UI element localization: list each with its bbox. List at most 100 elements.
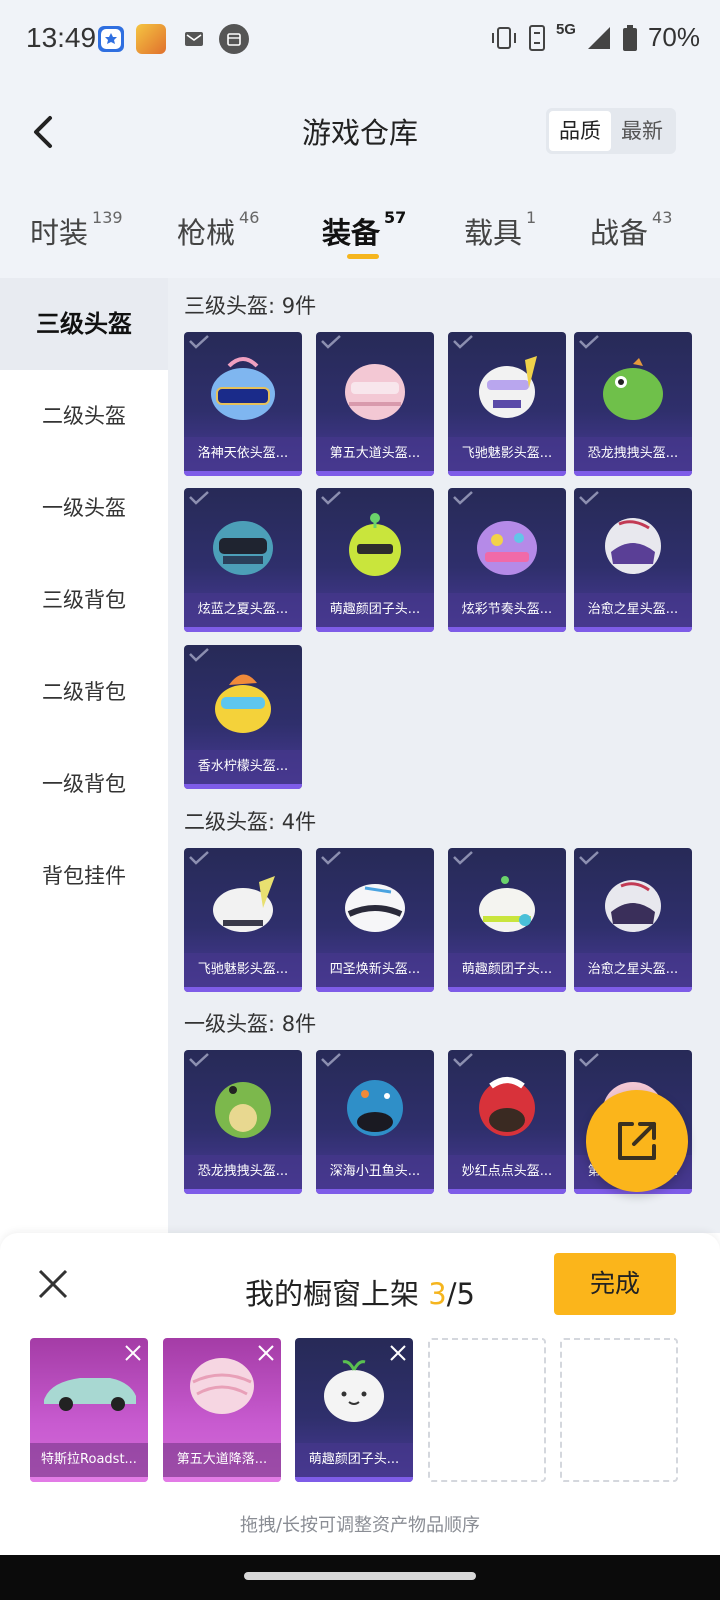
sidebar-item-level3-backpack[interactable]: 三级背包 bbox=[0, 554, 168, 646]
item-card[interactable]: 四圣焕新头盔... bbox=[316, 848, 434, 992]
helmet-icon bbox=[479, 876, 535, 932]
tab-equipment[interactable]: 装备 57 bbox=[322, 208, 407, 252]
item-name: 炫彩节奏头盔... bbox=[448, 593, 566, 627]
home-indicator[interactable] bbox=[244, 1572, 476, 1580]
share-icon bbox=[618, 1122, 656, 1160]
item-name: 四圣焕新头盔... bbox=[316, 953, 434, 987]
helmet-icon bbox=[211, 357, 275, 420]
check-icon bbox=[321, 491, 341, 505]
item-name: 妙红点点头盔... bbox=[448, 1155, 566, 1189]
helmet-icon bbox=[345, 364, 405, 420]
item-card[interactable]: 妙红点点头盔... bbox=[448, 1050, 566, 1194]
check-icon bbox=[453, 851, 473, 865]
category-tabs: 时装 139 枪械 46 装备 57 载具 1 战备 43 bbox=[0, 182, 720, 278]
section-title: 三级头盔: 9件 bbox=[184, 294, 317, 318]
shelf-item-name: 特斯拉Roadst... bbox=[30, 1443, 148, 1477]
status-right: 5G 70% bbox=[490, 21, 700, 53]
remove-icon[interactable] bbox=[122, 1342, 144, 1364]
remove-icon[interactable] bbox=[387, 1342, 409, 1364]
sidebar: 三级头盔 二级头盔 一级头盔 三级背包 二级背包 一级背包 背包挂件 bbox=[0, 278, 168, 1233]
item-card[interactable]: 萌趣颜团子头... bbox=[448, 848, 566, 992]
sort-option-newest[interactable]: 最新 bbox=[611, 111, 673, 151]
tab-label: 载具 bbox=[464, 216, 523, 250]
helmet-icon bbox=[477, 521, 537, 575]
dinosaur-helmet-icon bbox=[603, 358, 663, 420]
item-card[interactable]: 炫彩节奏头盔... bbox=[448, 488, 566, 632]
sidebar-item-backpack-charm[interactable]: 背包挂件 bbox=[0, 830, 168, 922]
battery-percent: 70% bbox=[647, 22, 700, 52]
item-card[interactable]: 治愈之星头盔... bbox=[574, 848, 692, 992]
check-icon bbox=[321, 1053, 341, 1067]
sidebar-item-level2-helmet[interactable]: 二级头盔 bbox=[0, 370, 168, 462]
item-card[interactable]: 香水柠檬头盔... bbox=[184, 645, 302, 789]
reorder-hint: 拖拽/长按可调整资产物品顺序 bbox=[239, 1515, 481, 1536]
item-name: 炫蓝之夏头盔... bbox=[184, 593, 302, 627]
item-card[interactable]: 恐龙拽拽头盔... bbox=[184, 1050, 302, 1194]
check-icon bbox=[189, 491, 209, 505]
item-name: 飞驰魅影头盔... bbox=[184, 953, 302, 987]
helmet-icon bbox=[479, 1077, 535, 1136]
panel-title-suffix: /5 bbox=[446, 1277, 475, 1311]
item-name: 治愈之星头盔... bbox=[574, 953, 692, 987]
shelf-item-name: 萌趣颜团子头... bbox=[295, 1443, 413, 1477]
calendar-notification-icon bbox=[219, 24, 249, 54]
network-label: 5G bbox=[555, 21, 576, 38]
lemon-helmet-icon bbox=[215, 674, 271, 733]
shelf-slot[interactable]: 萌趣颜团子头... bbox=[295, 1338, 413, 1482]
tab-label: 时装 bbox=[30, 216, 89, 250]
sidebar-item-level1-helmet[interactable]: 一级头盔 bbox=[0, 462, 168, 554]
helmet-icon bbox=[345, 884, 405, 932]
tab-supplies[interactable]: 战备 43 bbox=[590, 208, 672, 252]
check-icon bbox=[189, 1053, 209, 1067]
check-icon bbox=[579, 851, 599, 865]
tab-count: 57 bbox=[384, 208, 407, 227]
helmet-icon bbox=[479, 356, 537, 418]
tab-fashion[interactable]: 时装 139 bbox=[30, 208, 123, 252]
item-name: 治愈之星头盔... bbox=[574, 593, 692, 627]
item-card[interactable]: 萌趣颜团子头... bbox=[316, 488, 434, 632]
item-card[interactable]: 治愈之星头盔... bbox=[574, 488, 692, 632]
item-card[interactable]: 飞驰魅影头盔... bbox=[448, 332, 566, 476]
sidebar-item-level3-helmet[interactable]: 三级头盔 bbox=[0, 278, 168, 370]
game-notification-icon bbox=[136, 24, 166, 54]
item-card[interactable]: 炫蓝之夏头盔... bbox=[184, 488, 302, 632]
check-icon bbox=[453, 1053, 473, 1067]
empty-shelf-slot[interactable] bbox=[428, 1338, 546, 1482]
sidebar-item-level2-backpack[interactable]: 二级背包 bbox=[0, 646, 168, 738]
shelf-slot[interactable]: 第五大道降落... bbox=[163, 1338, 281, 1482]
status-time: 13:49 bbox=[26, 22, 97, 53]
check-icon bbox=[321, 335, 341, 349]
shelf-slot[interactable]: 特斯拉Roadst... bbox=[30, 1338, 148, 1482]
item-name: 香水柠檬头盔... bbox=[184, 750, 302, 784]
showcase-panel: 我的橱窗上架 3/5 完成 特斯拉Roadst... 第五大道降落... 萌趣颜… bbox=[0, 1233, 720, 1555]
helmet-icon bbox=[213, 876, 275, 932]
item-name: 飞驰魅影头盔... bbox=[448, 437, 566, 471]
tab-count: 46 bbox=[239, 208, 260, 227]
tab-vehicles[interactable]: 载具 1 bbox=[464, 208, 537, 252]
sort-option-quality[interactable]: 品质 bbox=[549, 111, 611, 151]
item-card[interactable]: 洛神天依头盔... bbox=[184, 332, 302, 476]
sidebar-item-level1-backpack[interactable]: 一级背包 bbox=[0, 738, 168, 830]
empty-shelf-slot[interactable] bbox=[560, 1338, 678, 1482]
data-icon bbox=[528, 24, 545, 51]
check-icon bbox=[579, 1053, 599, 1067]
item-name: 深海小丑鱼头... bbox=[316, 1155, 434, 1189]
check-icon bbox=[321, 851, 341, 865]
item-name: 第五大道头盔... bbox=[316, 437, 434, 471]
item-card[interactable]: 飞驰魅影头盔... bbox=[184, 848, 302, 992]
tab-guns[interactable]: 枪械 46 bbox=[177, 208, 260, 252]
helmet-icon bbox=[349, 513, 401, 576]
header: 游戏仓库 品质 最新 bbox=[0, 82, 720, 182]
check-icon bbox=[453, 335, 473, 349]
tab-label: 装备 bbox=[322, 216, 381, 250]
helmet-icon bbox=[605, 880, 661, 932]
done-button[interactable]: 完成 bbox=[554, 1253, 676, 1315]
helmet-icon bbox=[213, 521, 273, 575]
remove-icon[interactable] bbox=[255, 1342, 277, 1364]
tab-count: 139 bbox=[92, 208, 123, 227]
item-card[interactable]: 第五大道头盔... bbox=[316, 332, 434, 476]
share-button[interactable] bbox=[586, 1090, 688, 1192]
tab-count: 1 bbox=[526, 208, 537, 227]
item-card[interactable]: 恐龙拽拽头盔... bbox=[574, 332, 692, 476]
item-card[interactable]: 深海小丑鱼头... bbox=[316, 1050, 434, 1194]
